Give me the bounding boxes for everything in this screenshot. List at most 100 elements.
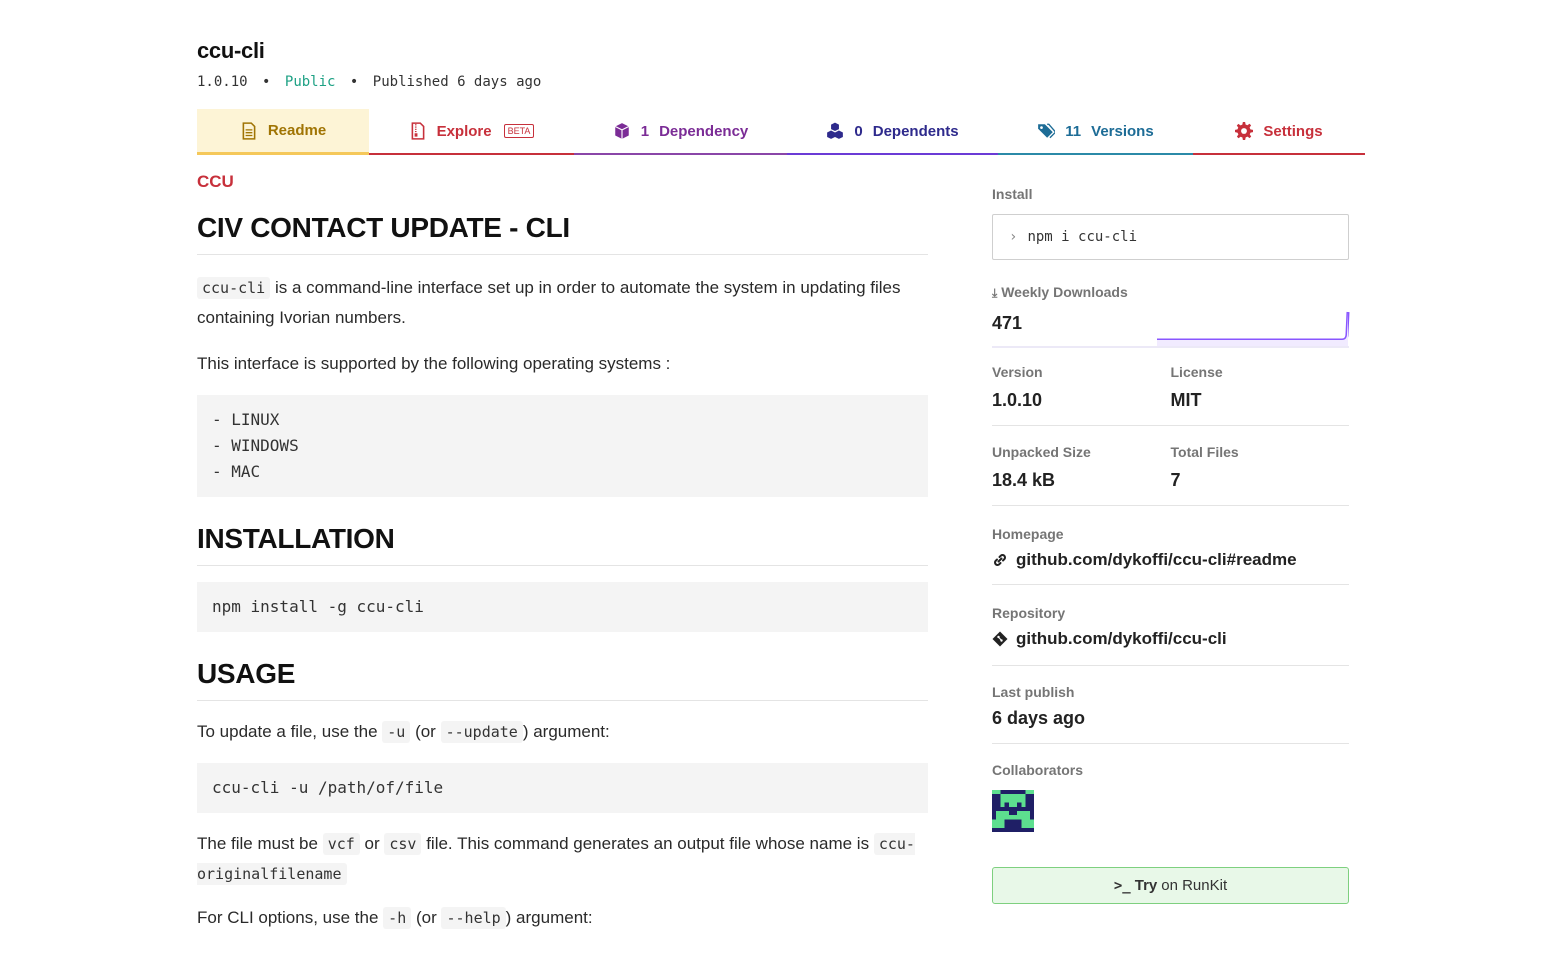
unpacked-size-label: Unpacked Size xyxy=(992,444,1091,460)
homepage-link[interactable]: github.com/dykoffi/ccu-cli#readme xyxy=(992,550,1349,570)
downloads-label: Weekly Downloads xyxy=(1001,284,1128,300)
downloads-sparkline xyxy=(1157,311,1350,346)
update-code-block: ccu-cli -u /path/of/file xyxy=(197,763,928,813)
runkit-try-label: Try xyxy=(1134,877,1158,894)
package-published: Published 6 days ago xyxy=(372,74,542,90)
package-meta: 1.0.10 • Public • Published 6 days ago xyxy=(197,74,541,90)
os-list-item: - WINDOWS xyxy=(212,436,299,455)
collaborator-avatar[interactable] xyxy=(992,790,1034,832)
readme-title: CIV CONTACT UPDATE - CLI xyxy=(197,212,928,255)
repository-section: Repository github.com/dykoffi/ccu-cli xyxy=(992,585,1349,666)
collaborators-section: Collaborators xyxy=(992,744,1349,837)
file-zip-icon xyxy=(411,122,424,140)
readme-update-text: To update a file, use the -u (or --updat… xyxy=(197,717,928,747)
install-label: Install xyxy=(992,186,1033,202)
inline-code: vcf xyxy=(322,833,360,855)
try-on-runkit-button[interactable]: >_ Try on RunKit xyxy=(992,867,1349,904)
readme-intro: ccu-cli is a command-line interface set … xyxy=(197,273,928,333)
terminal-prompt-icon: › xyxy=(1009,229,1018,245)
homepage-url: github.com/dykoffi/ccu-cli#readme xyxy=(1016,550,1297,569)
install-command-box[interactable]: › npm i ccu-cli xyxy=(992,214,1349,260)
git-icon xyxy=(992,631,1008,647)
last-publish-label: Last publish xyxy=(992,684,1075,700)
usage-heading: USAGE xyxy=(197,658,928,701)
package-header: ccu-cli 1.0.10 • Public • Published 6 da… xyxy=(197,38,541,90)
repository-url: github.com/dykoffi/ccu-cli xyxy=(1016,629,1227,648)
version-license-section: Version 1.0.10 License MIT xyxy=(992,348,1349,426)
text-span: (or xyxy=(415,722,436,741)
meta-separator: • xyxy=(262,74,271,90)
total-files-label: Total Files xyxy=(1170,444,1239,460)
package-tabs: Readme Explore BETA 1 Dependency 0 Depen… xyxy=(197,109,1365,155)
tags-icon xyxy=(1038,123,1056,139)
tab-versions[interactable]: 11 Versions xyxy=(998,109,1193,155)
package-visibility: Public xyxy=(284,74,336,90)
inline-code: -u xyxy=(382,721,411,743)
tab-dependents[interactable]: 0 Dependents xyxy=(787,109,998,155)
tab-dependents-count: 0 xyxy=(854,122,863,140)
runkit-rest-label: on RunKit xyxy=(1161,877,1228,894)
version-block: Version 1.0.10 xyxy=(992,364,1171,411)
unpacked-size-block: Unpacked Size 18.4 kB xyxy=(992,444,1171,491)
inline-code: ccu-cli xyxy=(197,277,271,299)
readme-intro-text: is a command-line interface set up in or… xyxy=(197,278,901,327)
tab-explore-label: Explore xyxy=(436,122,492,140)
tab-readme[interactable]: Readme xyxy=(197,109,369,155)
license-value: MIT xyxy=(1170,390,1202,410)
package-name: ccu-cli xyxy=(197,38,265,63)
readme-content: CCU CIV CONTACT UPDATE - CLI ccu-cli is … xyxy=(197,172,928,933)
gear-icon xyxy=(1235,122,1254,140)
weekly-downloads-section: ⤓ Weekly Downloads 471 xyxy=(992,284,1350,348)
repository-label: Repository xyxy=(992,605,1066,621)
os-list-code-block: - LINUX - WINDOWS - MAC xyxy=(197,395,928,497)
text-span: For CLI options, use the xyxy=(197,908,379,927)
os-list-item: - MAC xyxy=(212,462,261,481)
link-icon xyxy=(994,554,1006,566)
box-icon xyxy=(614,123,629,139)
install-code-block: npm install -g ccu-cli xyxy=(197,582,928,632)
inline-code: --help xyxy=(441,907,506,929)
tab-readme-label: Readme xyxy=(267,122,327,139)
boxes-icon xyxy=(827,122,844,139)
size-files-section: Unpacked Size 18.4 kB Total Files 7 xyxy=(992,426,1349,506)
version-value: 1.0.10 xyxy=(992,390,1043,410)
homepage-section: Homepage github.com/dykoffi/ccu-cli#read… xyxy=(992,506,1349,585)
text-span: ) argument: xyxy=(522,722,610,741)
repository-link[interactable]: github.com/dykoffi/ccu-cli xyxy=(992,629,1349,649)
install-command: npm install -g ccu-cli xyxy=(212,597,424,616)
tab-dependency-count: 1 xyxy=(640,122,650,140)
homepage-label: Homepage xyxy=(992,526,1064,542)
tab-dependency-label: Dependency xyxy=(659,122,749,140)
text-span: file. This command generates an output f… xyxy=(426,834,870,853)
tab-settings-label: Settings xyxy=(1263,122,1323,140)
os-list-item: - LINUX xyxy=(212,410,280,429)
package-sidebar: Install › npm i ccu-cli ⤓ Weekly Downloa… xyxy=(992,186,1350,904)
readme-ccu-link[interactable]: CCU xyxy=(197,172,928,192)
tab-versions-count: 11 xyxy=(1065,122,1082,140)
installation-heading: INSTALLATION xyxy=(197,523,928,566)
license-label: License xyxy=(1170,364,1223,380)
tab-explore[interactable]: Explore BETA xyxy=(369,109,574,155)
tab-dependency[interactable]: 1 Dependency xyxy=(574,109,787,155)
readme-help-text: For CLI options, use the -h (or --help) … xyxy=(197,903,928,933)
unpacked-size-value: 18.4 kB xyxy=(992,470,1056,490)
tab-settings[interactable]: Settings xyxy=(1193,109,1365,155)
tab-dependents-label: Dependents xyxy=(872,122,959,140)
inline-code: --update xyxy=(440,721,523,743)
beta-badge: BETA xyxy=(503,124,535,138)
text-span: The file must be xyxy=(197,834,318,853)
inline-code: -h xyxy=(383,907,412,929)
collaborators-label: Collaborators xyxy=(992,762,1084,778)
terminal-icon: >_ xyxy=(1113,877,1131,894)
inline-code: csv xyxy=(384,833,422,855)
meta-separator: • xyxy=(349,74,359,90)
update-command: ccu-cli -u /path/of/file xyxy=(212,778,444,797)
total-files-block: Total Files 7 xyxy=(1171,444,1350,491)
text-span: (or xyxy=(415,908,437,927)
text-span: ) argument: xyxy=(505,908,593,927)
install-command-text: npm i ccu-cli xyxy=(1027,229,1138,245)
last-publish-value: 6 days ago xyxy=(992,708,1086,728)
text-span: To update a file, use the xyxy=(197,722,378,741)
readme-os-intro: This interface is supported by the follo… xyxy=(197,354,671,373)
download-icon: ⤓ xyxy=(992,286,998,300)
